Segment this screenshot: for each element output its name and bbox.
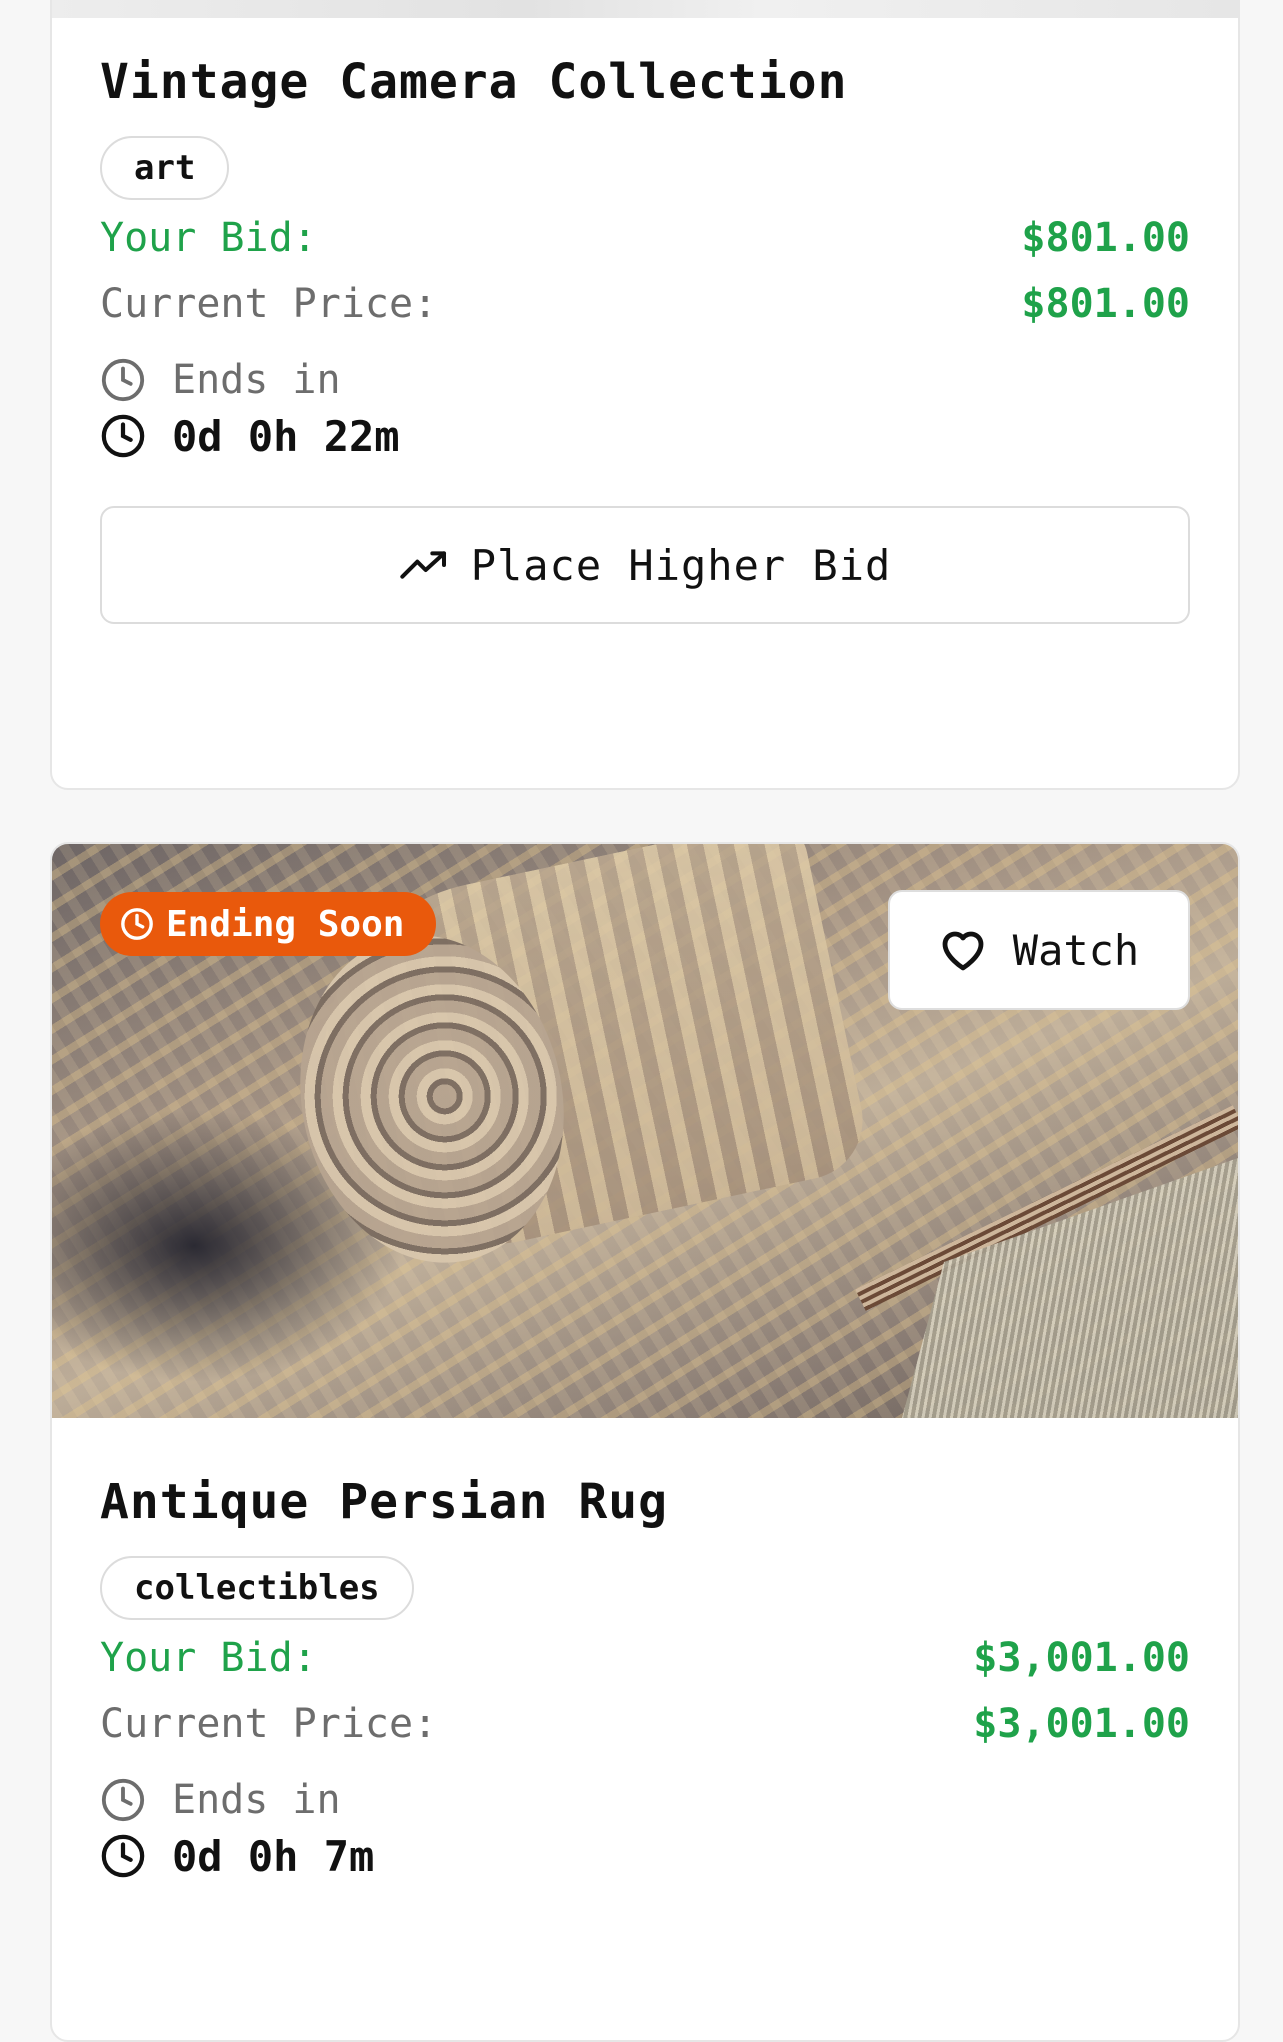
your-bid-value: $3,001.00 [973, 1635, 1190, 1681]
item-image[interactable] [52, 0, 1238, 18]
current-price-row: Current Price: $3,001.00 [100, 1696, 1190, 1752]
clock-icon [101, 1834, 145, 1878]
category-tag: collectibles [100, 1556, 414, 1620]
your-bid-row: Your Bid: $801.00 [100, 210, 1190, 266]
ends-in-row: Ends in [100, 352, 1190, 408]
place-higher-bid-label: Place Higher Bid [470, 540, 892, 590]
trending-up-icon [400, 551, 446, 579]
ending-soon-badge: Ending Soon [100, 892, 437, 956]
your-bid-label: Your Bid: [100, 1635, 317, 1681]
watch-label: Watch [1012, 925, 1140, 975]
current-price-label: Current Price: [100, 281, 438, 327]
time-left-value: 0d 0h 7m [172, 1831, 375, 1881]
clock-icon [101, 414, 145, 458]
item-title: Vintage Camera Collection [100, 54, 848, 110]
item-title: Antique Persian Rug [100, 1474, 669, 1530]
clock-icon [101, 358, 145, 402]
item-image[interactable]: Ending Soon Watch [52, 844, 1238, 1418]
watch-button[interactable]: Watch [888, 890, 1190, 1010]
clock-icon [101, 1778, 145, 1822]
clock-icon [121, 908, 153, 940]
current-price-row: Current Price: $801.00 [100, 276, 1190, 332]
current-price-value: $801.00 [1021, 281, 1190, 327]
current-price-label: Current Price: [100, 1701, 438, 1747]
your-bid-label: Your Bid: [100, 215, 317, 261]
current-price-value: $3,001.00 [973, 1701, 1190, 1747]
ends-in-label: Ends in [172, 1777, 341, 1823]
auction-card: Ending Soon Watch Antique Persian Rug co… [50, 842, 1240, 2042]
heart-icon [942, 931, 984, 971]
time-left-row: 0d 0h 7m [100, 1828, 1190, 1884]
ending-soon-label: Ending Soon [166, 903, 405, 945]
place-higher-bid-button[interactable]: Place Higher Bid [100, 506, 1190, 624]
auction-card: Vintage Camera Collection art Your Bid: … [50, 0, 1240, 790]
your-bid-row: Your Bid: $3,001.00 [100, 1630, 1190, 1686]
category-tag: art [100, 136, 230, 200]
time-left-row: 0d 0h 22m [100, 408, 1190, 464]
your-bid-value: $801.00 [1021, 215, 1190, 261]
ends-in-label: Ends in [172, 357, 341, 403]
ends-in-row: Ends in [100, 1772, 1190, 1828]
time-left-value: 0d 0h 22m [172, 411, 400, 461]
